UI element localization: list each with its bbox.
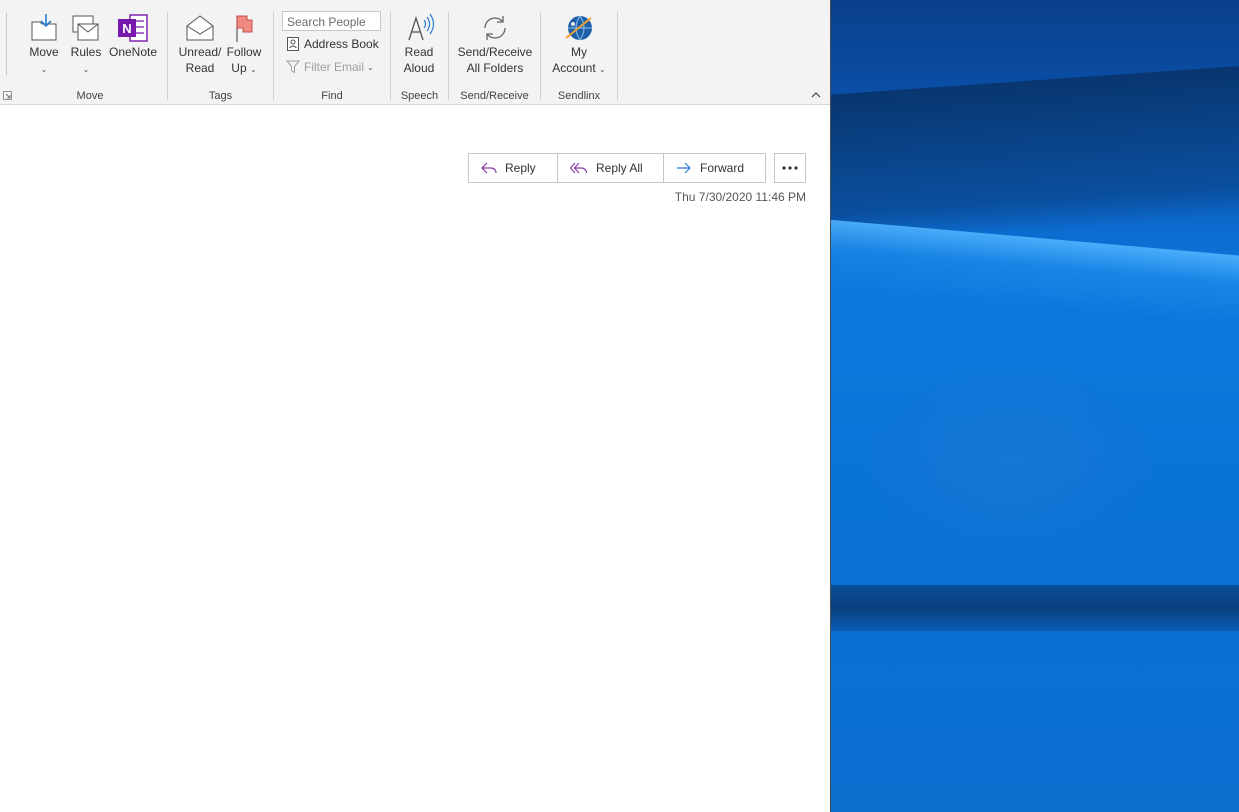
- collapse-ribbon-icon[interactable]: [809, 89, 823, 101]
- move-button[interactable]: Move ⌄: [26, 12, 62, 78]
- rules-button[interactable]: Rules ⌄: [68, 12, 104, 78]
- group-separator: [617, 12, 618, 100]
- chevron-down-icon: ⌄: [367, 62, 374, 72]
- address-book-label: Address Book: [304, 37, 379, 51]
- more-actions-button[interactable]: [774, 153, 806, 183]
- sendlinx-group: My Account ⌄ Sendlinx: [541, 8, 617, 104]
- unread-read-label-1: Unread/: [178, 45, 222, 59]
- send-receive-all-folders-button[interactable]: Send/Receive All Folders: [455, 12, 535, 76]
- outlook-window: Move ⌄ Rules ⌄ N OneNote Move Unread/ Re…: [0, 0, 830, 812]
- move-group: Move ⌄ Rules ⌄ N OneNote Move: [14, 8, 166, 104]
- chevron-down-icon: ⌄: [599, 65, 606, 74]
- ribbon-left-edge: [0, 13, 7, 75]
- sync-icon: [484, 16, 506, 40]
- read-aloud-icon: [408, 13, 435, 41]
- send-receive-group-label: Send/Receive: [460, 90, 529, 102]
- my-account-label-2: Account: [552, 61, 596, 75]
- send-receive-group: Send/Receive All Folders Send/Receive: [449, 8, 540, 104]
- chevron-down-icon: ⌄: [249, 65, 257, 74]
- wallpaper-dark-band: [830, 63, 1239, 247]
- message-actions: Reply Reply All Forward: [468, 153, 766, 183]
- flag-icon: [236, 15, 253, 42]
- envelope-open-icon: [186, 15, 214, 41]
- onenote-icon: N: [118, 14, 148, 42]
- speech-group: Read Aloud Speech: [391, 8, 448, 104]
- reply-all-label: Reply All: [596, 161, 643, 175]
- send-receive-label-1: Send/Receive: [457, 45, 533, 59]
- globe-icon: [565, 15, 592, 41]
- svg-text:N: N: [122, 21, 131, 36]
- rules-icon: [72, 15, 99, 41]
- move-icon: [31, 14, 57, 41]
- onenote-label: OneNote: [108, 45, 158, 59]
- my-account-label-2-wrap: Account ⌄: [547, 60, 611, 78]
- more-ellipsis-icon: [782, 166, 798, 170]
- forward-arrow-icon: [677, 162, 691, 174]
- move-group-label: Move: [76, 90, 104, 102]
- read-aloud-label-2: Aloud: [403, 61, 435, 75]
- read-aloud-label-1: Read: [404, 45, 434, 59]
- filter-email-label: Filter Email: [304, 60, 365, 74]
- chevron-down-icon: ⌄: [82, 65, 90, 74]
- forward-label: Forward: [700, 161, 745, 175]
- search-people-input[interactable]: Search People: [282, 11, 381, 31]
- message-timestamp: Thu 7/30/2020 11:46 PM: [674, 190, 806, 204]
- find-group-label: Find: [321, 90, 343, 102]
- follow-up-label-2: Up: [231, 61, 247, 75]
- my-account-label-1: My: [571, 45, 587, 59]
- wallpaper-glow: [860, 360, 1160, 560]
- filter-icon: [286, 60, 300, 74]
- filter-email-button[interactable]: Filter Email ⌄: [286, 60, 374, 74]
- speech-group-label: Speech: [400, 90, 439, 102]
- reply-all-icon: [570, 162, 588, 174]
- follow-up-label-2-wrap: Up ⌄: [224, 60, 264, 78]
- wallpaper-horizontal-bar: [830, 585, 1239, 631]
- reply-button[interactable]: Reply: [468, 153, 558, 183]
- unread-read-button[interactable]: Unread/ Read: [176, 12, 224, 76]
- follow-up-label-1: Follow: [226, 45, 262, 59]
- read-aloud-button[interactable]: Read Aloud: [397, 12, 441, 76]
- sendlinx-group-label: Sendlinx: [557, 90, 601, 102]
- wallpaper-light-beam: [830, 218, 1239, 328]
- window-edge: [830, 0, 831, 812]
- reply-all-button[interactable]: Reply All: [557, 153, 664, 183]
- desktop-wallpaper: [830, 0, 1239, 812]
- chevron-down-icon: ⌄: [40, 65, 48, 74]
- address-book-button[interactable]: Address Book: [286, 37, 379, 51]
- send-receive-label-2: All Folders: [466, 61, 524, 75]
- reply-label: Reply: [505, 161, 536, 175]
- follow-up-button[interactable]: Follow Up ⌄: [224, 12, 264, 78]
- tags-group: Unread/ Read Follow Up ⌄ Tags: [168, 8, 273, 104]
- unread-read-label-2: Read: [185, 61, 215, 75]
- address-book-icon: [287, 37, 299, 51]
- ribbon: Move ⌄ Rules ⌄ N OneNote Move Unread/ Re…: [0, 0, 830, 105]
- forward-button[interactable]: Forward: [663, 153, 766, 183]
- tags-group-label: Tags: [208, 90, 233, 102]
- my-account-button[interactable]: My Account ⌄: [547, 12, 611, 78]
- onenote-button[interactable]: N OneNote: [108, 12, 158, 60]
- dialog-launcher-icon[interactable]: [3, 91, 12, 100]
- reply-icon: [481, 162, 497, 174]
- rules-label: Rules: [70, 45, 102, 59]
- move-label: Move: [29, 45, 59, 59]
